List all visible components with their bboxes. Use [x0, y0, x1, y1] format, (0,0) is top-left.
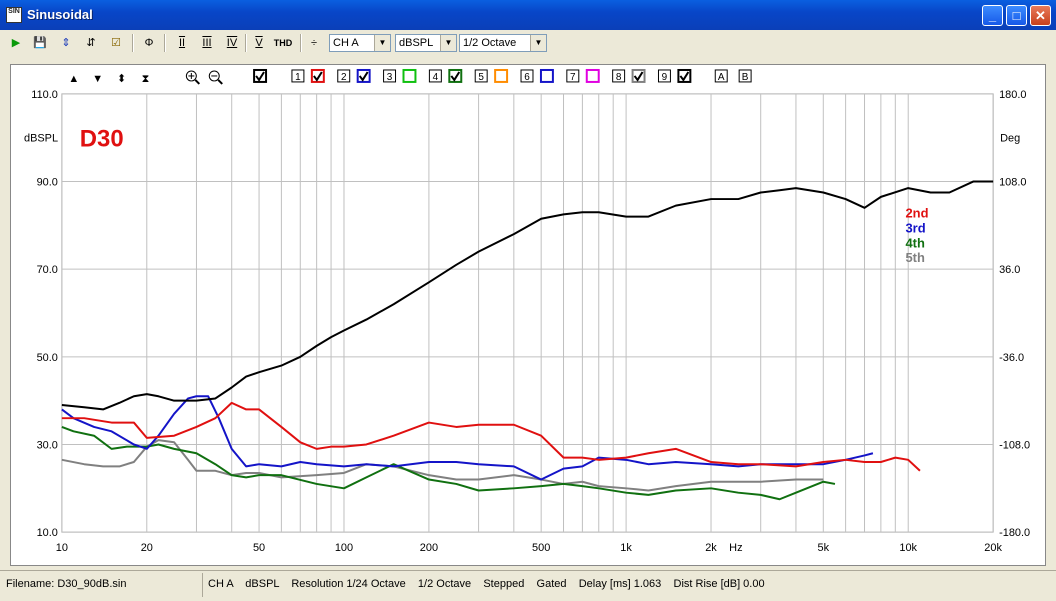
channel-number: 7 — [570, 72, 576, 83]
x-tick-label: 500 — [532, 542, 550, 554]
x-tick-label: 100 — [335, 542, 353, 554]
y2-tick-label: 36.0 — [999, 264, 1020, 276]
smoothing-select-value: 1/2 Octave — [463, 37, 517, 49]
channel-number: 5 — [478, 72, 484, 83]
y2-tick-label: -36.0 — [999, 352, 1024, 364]
left-axis-unit: dBSPL — [24, 133, 58, 145]
status-filename: Filename: D30_90dB.sin — [6, 578, 127, 590]
cursor-button-label: A — [718, 72, 725, 83]
minimize-button[interactable]: _ — [982, 5, 1003, 26]
unit-select[interactable]: dBSPL ▼ — [395, 34, 457, 52]
y2-tick-label: -180.0 — [999, 527, 1030, 539]
toolbar: ▶ 💾 ⇕ ⇵ ☑ Φ II III IV V THD ÷ CH A ▼ dBS… — [0, 30, 1056, 56]
chevron-down-icon: ▼ — [530, 35, 546, 51]
x-tick-label: 200 — [420, 542, 438, 554]
channel-checkbox[interactable] — [585, 68, 600, 83]
thd-button[interactable]: THD — [272, 34, 294, 52]
x-tick-label: 1k — [620, 542, 632, 554]
plot-area[interactable]: ▲ ▼ ⬍ ⧗ 1 2 3 4 5 6 7 8 9 A B 110.0 180.0 90.0 108.0 7… — [10, 64, 1046, 566]
legend-2nd: 2nd — [905, 205, 928, 220]
channel-select[interactable]: CH A ▼ — [329, 34, 391, 52]
x-tick-label: 20k — [984, 542, 1002, 554]
smoothing-select[interactable]: 1/2 Octave ▼ — [459, 34, 547, 52]
unit-select-value: dBSPL — [399, 37, 434, 49]
x-tick-label: 50 — [253, 542, 265, 554]
cursor-button-label: B — [742, 72, 749, 83]
compress-icon[interactable]: ⧗ — [142, 73, 150, 85]
channel-number: 4 — [433, 72, 439, 83]
y2-tick-label: 108.0 — [999, 177, 1026, 189]
harmonic-4-icon[interactable]: IV — [224, 34, 240, 52]
channel-checkbox[interactable] — [539, 68, 554, 83]
shift-down-icon[interactable]: ▼ — [92, 73, 103, 85]
y-tick-label: 30.0 — [37, 439, 58, 451]
adjust-icon[interactable]: ⇕ — [58, 34, 74, 52]
scale-icon[interactable]: ⇵ — [83, 34, 99, 52]
x-tick-label: 2k — [705, 542, 717, 554]
close-button[interactable]: ✕ — [1030, 5, 1051, 26]
status-info: CH A dBSPL Resolution 1/24 Octave 1/2 Oc… — [208, 578, 765, 590]
x-tick-label: 20 — [141, 542, 153, 554]
chevron-down-icon: ▼ — [374, 35, 390, 51]
legend-5th: 5th — [905, 250, 925, 265]
plot-label: D30 — [80, 126, 124, 153]
channel-number: 3 — [387, 72, 393, 83]
legend-4th: 4th — [905, 235, 925, 250]
x-tick-label: 10k — [899, 542, 917, 554]
channel-number: 2 — [341, 72, 347, 83]
harmonic-3-icon[interactable]: III — [199, 34, 215, 52]
checklist-icon[interactable]: ☑ — [108, 34, 124, 52]
y-tick-label: 50.0 — [37, 352, 58, 364]
chevron-down-icon: ▼ — [440, 35, 456, 51]
x-tick-label: 10 — [56, 542, 68, 554]
y-tick-label: 90.0 — [37, 177, 58, 189]
y2-tick-label: -108.0 — [999, 439, 1030, 451]
split-icon[interactable]: ÷ — [306, 34, 322, 52]
y-tick-label: 110.0 — [31, 89, 58, 101]
channel-number: 1 — [295, 72, 301, 83]
y-tick-label: 10.0 — [37, 527, 58, 539]
right-axis-unit: Deg — [1000, 133, 1020, 145]
harmonic-5-icon[interactable]: V — [251, 34, 267, 52]
x-tick-label: 5k — [818, 542, 830, 554]
legend-3rd: 3rd — [905, 220, 925, 235]
title-bar: SIN Sinusoidal _ □ ✕ — [0, 0, 1056, 30]
expand-icon[interactable]: ⬍ — [117, 73, 126, 85]
phase-icon[interactable]: Φ — [142, 34, 156, 52]
window-title: Sinusoidal — [27, 7, 93, 22]
y2-tick-label: 180.0 — [999, 89, 1026, 101]
x-axis-unit: Hz — [729, 542, 742, 554]
shift-up-icon[interactable]: ▲ — [68, 73, 79, 85]
status-bar: Filename: D30_90dB.sin CH A dBSPL Resolu… — [0, 570, 1056, 601]
channel-select-value: CH A — [333, 37, 359, 49]
save-icon[interactable]: 💾 — [32, 34, 48, 52]
channel-checkbox[interactable] — [402, 68, 417, 83]
harmonic-2-icon[interactable]: II — [174, 34, 190, 52]
y-tick-label: 70.0 — [37, 264, 58, 276]
app-icon: SIN — [6, 7, 22, 23]
maximize-button[interactable]: □ — [1006, 5, 1027, 26]
channel-number: 8 — [616, 72, 622, 83]
channel-number: 6 — [524, 72, 530, 83]
run-icon[interactable]: ▶ — [9, 34, 23, 52]
channel-number: 9 — [662, 72, 668, 83]
channel-checkbox[interactable] — [494, 68, 509, 83]
